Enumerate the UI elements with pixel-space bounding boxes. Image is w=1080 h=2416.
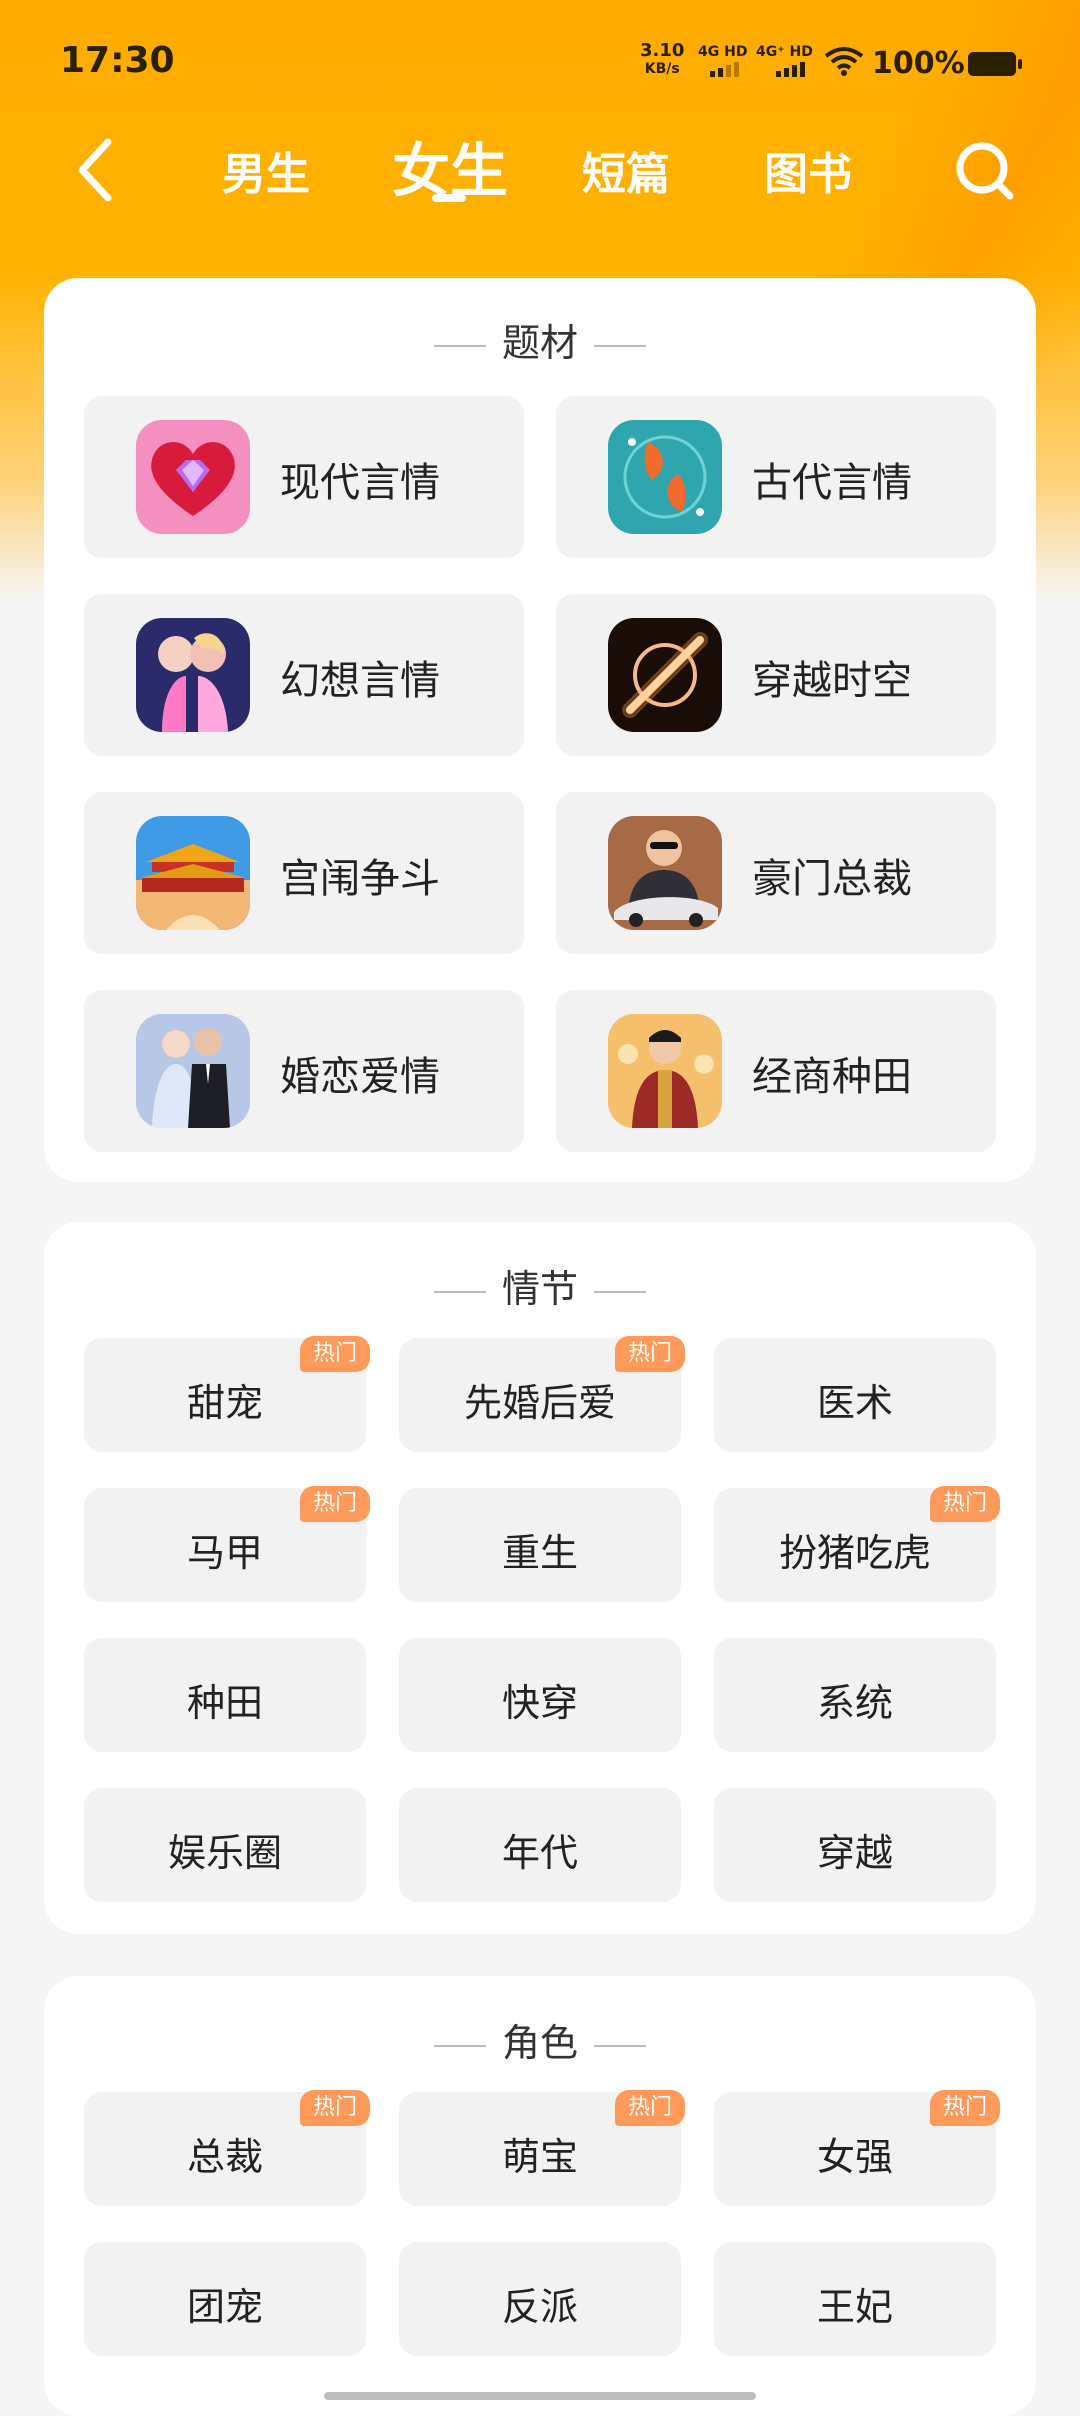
chip-label: 先婚后爱 bbox=[463, 1381, 616, 1425]
theme-label: 现代言情 bbox=[280, 460, 440, 506]
sim2-label: 4G⁺ HD bbox=[756, 44, 813, 60]
plot-chip[interactable]: 年代 bbox=[399, 1788, 681, 1902]
chip-label: 马甲 bbox=[186, 1531, 263, 1575]
theme-tile-fantasy-romance[interactable]: 幻想言情 bbox=[84, 594, 524, 756]
plot-section-title: 情节 bbox=[44, 1258, 1036, 1313]
back-arrow-icon[interactable] bbox=[70, 132, 130, 208]
wedding-couple-icon bbox=[136, 1014, 250, 1128]
plot-chip[interactable]: 种田 bbox=[84, 1638, 366, 1752]
plot-section-title-text: 情节 bbox=[501, 1267, 578, 1311]
home-indicator[interactable] bbox=[324, 2392, 756, 2400]
koi-fish-icon bbox=[608, 420, 722, 534]
hot-badge: 热门 bbox=[300, 1336, 370, 1372]
chip-label: 王妃 bbox=[816, 2285, 893, 2329]
chip-label: 甜宠 bbox=[186, 1381, 263, 1425]
chip-label: 女强 bbox=[816, 2135, 893, 2179]
chip-label: 快穿 bbox=[501, 1681, 578, 1725]
theme-label: 幻想言情 bbox=[280, 658, 440, 704]
plot-chip[interactable]: 重生 bbox=[399, 1488, 681, 1602]
plot-chip[interactable]: 娱乐圈 bbox=[84, 1788, 366, 1902]
battery-percent: 100% bbox=[872, 46, 965, 81]
theme-tile-modern-romance[interactable]: 现代言情 bbox=[84, 396, 524, 558]
role-chip[interactable]: 团宠 bbox=[84, 2242, 366, 2356]
role-chip[interactable]: 王妃 bbox=[714, 2242, 996, 2356]
chip-label: 萌宝 bbox=[501, 2135, 578, 2179]
theme-label: 古代言情 bbox=[752, 460, 912, 506]
theme-section-title-text: 题材 bbox=[501, 321, 578, 365]
theme-label: 经商种田 bbox=[752, 1054, 912, 1100]
theme-tile-business-farming[interactable]: 经商种田 bbox=[556, 990, 996, 1152]
chip-label: 娱乐圈 bbox=[167, 1831, 282, 1875]
hot-badge: 热门 bbox=[615, 1336, 685, 1372]
couple-kiss-icon bbox=[136, 618, 250, 732]
chip-label: 种田 bbox=[186, 1681, 263, 1725]
chip-label: 总裁 bbox=[186, 2135, 263, 2179]
heart-gem-icon bbox=[136, 420, 250, 534]
chip-label: 医术 bbox=[816, 1381, 893, 1425]
plot-chip[interactable]: 先婚后爱 热门 bbox=[399, 1336, 685, 1452]
net-speed: 3.10 KB/s bbox=[640, 42, 684, 78]
sim1-label: 4G HD bbox=[698, 44, 748, 60]
plot-chip[interactable]: 穿越 bbox=[714, 1788, 996, 1902]
theme-tile-marriage-love[interactable]: 婚恋爱情 bbox=[84, 990, 524, 1152]
chip-label: 年代 bbox=[501, 1831, 578, 1875]
plot-chip[interactable]: 系统 bbox=[714, 1638, 996, 1752]
palace-icon bbox=[136, 816, 250, 930]
plot-chip[interactable]: 医术 bbox=[714, 1338, 996, 1452]
role-section-title: 角色 bbox=[44, 2012, 1036, 2067]
hot-badge: 热门 bbox=[615, 2090, 685, 2126]
search-icon[interactable] bbox=[950, 130, 1020, 210]
ceo-car-icon bbox=[608, 816, 722, 930]
portal-icon bbox=[608, 618, 722, 732]
chip-label: 重生 bbox=[501, 1531, 578, 1575]
role-chip[interactable]: 萌宝 热门 bbox=[399, 2090, 685, 2206]
theme-card: 题材 现代言情 古代言情 幻想言情 穿越时空 宫闱争斗 豪门总裁 婚恋爱情 经商… bbox=[44, 278, 1036, 1182]
theme-label: 婚恋爱情 bbox=[280, 1054, 440, 1100]
status-time: 17:30 bbox=[60, 40, 175, 81]
role-card: 角色 总裁 热门 萌宝 热门 女强 热门 团宠 反派 王妃 bbox=[44, 1976, 1036, 2416]
theme-tile-palace-intrigue[interactable]: 宫闱争斗 bbox=[84, 792, 524, 954]
hot-badge: 热门 bbox=[930, 2090, 1000, 2126]
hot-badge: 热门 bbox=[300, 2090, 370, 2126]
hot-badge: 热门 bbox=[300, 1486, 370, 1522]
role-section-title-text: 角色 bbox=[501, 2021, 578, 2065]
role-chip[interactable]: 女强 热门 bbox=[714, 2090, 1000, 2206]
plot-chip[interactable]: 甜宠 热门 bbox=[84, 1336, 370, 1452]
theme-tile-rich-ceo[interactable]: 豪门总裁 bbox=[556, 792, 996, 954]
net-speed-unit: KB/s bbox=[644, 61, 680, 77]
status-bar: 17:30 3.10 KB/s 4G HD 4G⁺ HD 100% bbox=[0, 0, 1080, 120]
theme-tile-ancient-romance[interactable]: 古代言情 bbox=[556, 396, 996, 558]
plot-chip[interactable]: 马甲 热门 bbox=[84, 1486, 370, 1602]
chip-label: 团宠 bbox=[186, 2285, 263, 2329]
battery-icon bbox=[968, 52, 1022, 76]
theme-label: 豪门总裁 bbox=[752, 856, 912, 902]
sim2-signal-icon bbox=[776, 62, 805, 77]
net-speed-value: 3.10 bbox=[640, 40, 685, 61]
tab-male[interactable]: 男生 bbox=[222, 138, 310, 202]
chip-label: 系统 bbox=[816, 1681, 893, 1725]
tab-short-stories[interactable]: 短篇 bbox=[582, 138, 670, 202]
plot-chip[interactable]: 扮猪吃虎 热门 bbox=[714, 1486, 1000, 1602]
chip-label: 反派 bbox=[501, 2285, 578, 2329]
chip-label: 穿越 bbox=[816, 1831, 893, 1875]
active-tab-indicator bbox=[432, 194, 466, 202]
wifi-icon bbox=[824, 47, 864, 76]
role-chip[interactable]: 反派 bbox=[399, 2242, 681, 2356]
theme-section-title: 题材 bbox=[44, 312, 1036, 367]
theme-label: 宫闱争斗 bbox=[280, 856, 440, 902]
merchant-icon bbox=[608, 1014, 722, 1128]
hot-badge: 热门 bbox=[930, 1486, 1000, 1522]
top-nav: 男生 女生 短篇 图书 bbox=[0, 120, 1080, 220]
tab-books[interactable]: 图书 bbox=[764, 138, 852, 202]
plot-card: 情节 甜宠 热门 先婚后爱 热门 医术 马甲 热门 重生 扮猪吃虎 热门 种田 快穿 系… bbox=[44, 1222, 1036, 1934]
sim1-signal-icon bbox=[710, 62, 739, 77]
theme-tile-time-travel[interactable]: 穿越时空 bbox=[556, 594, 996, 756]
plot-chip[interactable]: 快穿 bbox=[399, 1638, 681, 1752]
theme-label: 穿越时空 bbox=[752, 658, 912, 704]
role-chip[interactable]: 总裁 热门 bbox=[84, 2090, 370, 2206]
chip-label: 扮猪吃虎 bbox=[778, 1531, 931, 1575]
